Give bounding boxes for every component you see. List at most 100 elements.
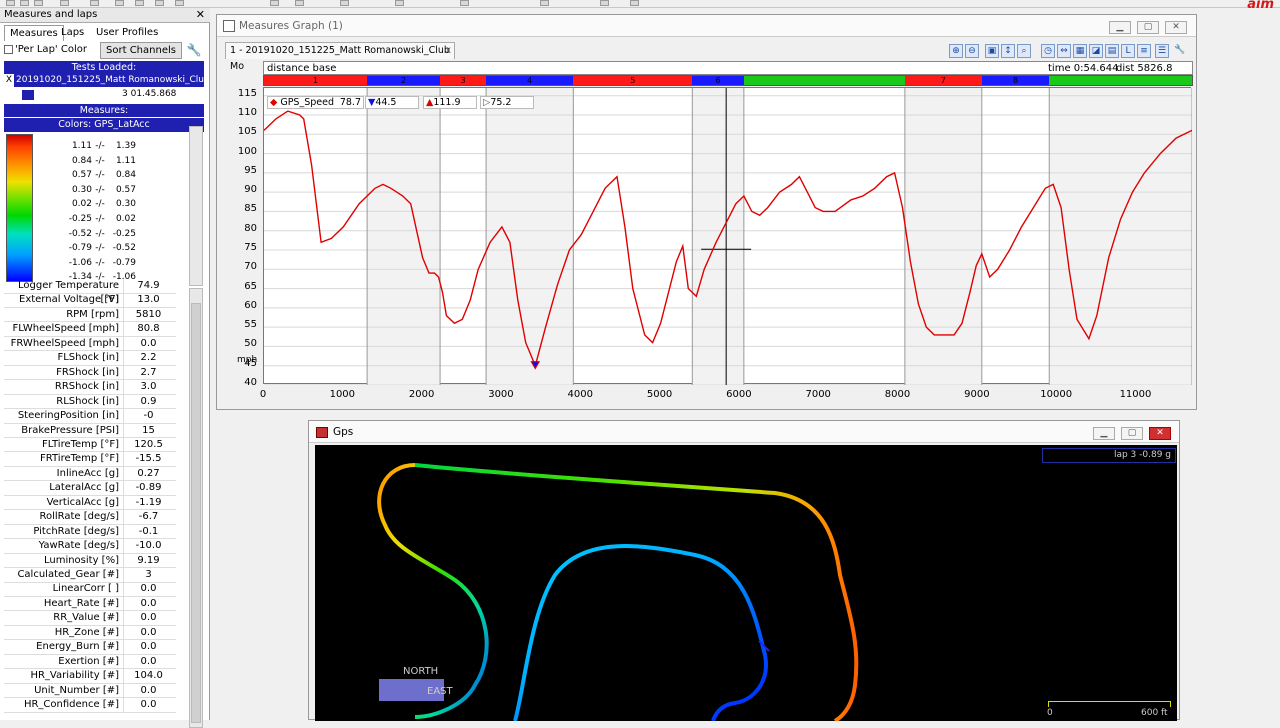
zoom-box-icon[interactable]: ▣ xyxy=(985,44,999,58)
lap-row[interactable]: 3 01.45.868 xyxy=(4,88,204,101)
toolbar-button[interactable] xyxy=(34,0,43,6)
speed-plot[interactable] xyxy=(263,87,1192,385)
channel-row[interactable]: FRShock [in] 2.7 xyxy=(4,365,176,381)
lap-segment[interactable]: 4 xyxy=(486,76,574,85)
channel-list-scrollbar[interactable] xyxy=(189,288,203,728)
sort-channels-button[interactable]: Sort Channels xyxy=(100,42,182,59)
channel-row[interactable]: VerticalAcc [g] -1.19 xyxy=(4,495,176,511)
test-row[interactable]: X20191020_151225_Matt Romanowski_Club Mo xyxy=(4,74,204,87)
lap-segment[interactable]: 5 xyxy=(573,76,693,85)
overlay-icon[interactable]: ◪ xyxy=(1089,44,1103,58)
lap-segment[interactable]: 7 xyxy=(904,76,982,85)
tab-laps[interactable]: Laps xyxy=(56,25,89,41)
channel-row[interactable]: RRShock [in] 3.0 xyxy=(4,380,176,395)
speed-plot-svg[interactable] xyxy=(264,88,1192,385)
track-svg[interactable] xyxy=(315,445,1177,723)
lap-segment[interactable]: 1 xyxy=(264,76,368,85)
channel-row[interactable]: Calculated_Gear [#] 3 xyxy=(4,568,176,583)
toolbar-button[interactable] xyxy=(90,0,99,6)
toolbar-button[interactable] xyxy=(135,0,144,6)
wrench-icon[interactable]: 🔧 xyxy=(186,42,202,58)
channel-row[interactable]: Unit_Number [#] 0.0 xyxy=(4,683,176,699)
channel-row[interactable]: External Voltage [V] 13.0 xyxy=(4,293,176,308)
toolbar-button[interactable] xyxy=(295,0,304,6)
lap-segment[interactable]: 2 xyxy=(367,76,441,85)
zoom-y-icon[interactable]: ↕ xyxy=(1001,44,1015,58)
lap-segment[interactable]: 3 xyxy=(440,76,487,85)
toolbar-button[interactable] xyxy=(460,0,469,6)
channel-row[interactable]: PitchRate [deg/s] -0.1 xyxy=(4,524,176,540)
checkbox-icon[interactable] xyxy=(4,44,13,54)
fit-icon[interactable]: ⇔ xyxy=(1057,44,1071,58)
toolbar-button[interactable] xyxy=(175,0,184,6)
toolbar-button[interactable] xyxy=(395,0,404,6)
channel-row[interactable]: FLWheelSpeed [mph] 80.8 xyxy=(4,322,176,337)
toolbar-button[interactable] xyxy=(540,0,549,6)
channel-row[interactable]: HR_Zone [#] 0.0 xyxy=(4,625,176,641)
toolbar-button[interactable] xyxy=(630,0,639,6)
test-tab[interactable]: 1 - 20191020_151225_Matt Romanowski_Club… xyxy=(225,42,455,72)
lap-segment[interactable]: 8 xyxy=(981,76,1050,85)
toolbar-button[interactable] xyxy=(155,0,164,6)
wrench-icon[interactable]: 🔧 xyxy=(1173,44,1187,58)
zoom-in-icon[interactable]: ⊕ xyxy=(949,44,963,58)
channel-row[interactable]: RR_Value [#] 0.0 xyxy=(4,611,176,626)
split-icon[interactable]: ▤ xyxy=(1105,44,1119,58)
toolbar-button[interactable] xyxy=(6,0,15,6)
channel-row[interactable]: HR_Variability [#] 104.0 xyxy=(4,669,176,684)
zoom-out-icon[interactable]: ⊖ xyxy=(965,44,979,58)
per-lap-color-checkbox[interactable]: 'Per Lap' Color xyxy=(4,43,99,58)
channel-row[interactable]: LinearCorr [ ] 0.0 xyxy=(4,582,176,597)
lap-segment[interactable] xyxy=(1049,76,1192,85)
layout-l-icon[interactable]: L xyxy=(1121,44,1135,58)
layout-list-icon[interactable]: ≡ xyxy=(1137,44,1151,58)
channel-row[interactable]: Luminosity [%] 9.19 xyxy=(4,553,176,569)
toolbar-button[interactable] xyxy=(600,0,609,6)
channel-row[interactable]: Energy_Burn [#] 0.0 xyxy=(4,640,176,655)
toolbar-button[interactable] xyxy=(270,0,279,6)
lap-segment[interactable]: 6 xyxy=(692,76,744,85)
maximize-button[interactable]: ▢ xyxy=(1121,427,1143,440)
remove-test-button[interactable]: X xyxy=(4,74,14,87)
close-button[interactable]: ✕ xyxy=(1149,427,1171,440)
channel-row[interactable]: YawRate [deg/s] -10.0 xyxy=(4,539,176,554)
close-button[interactable]: ✕ xyxy=(1165,21,1187,34)
color-range-low: -0.25 xyxy=(68,214,92,224)
tab-user-profiles[interactable]: User Profiles xyxy=(91,25,163,41)
color-list-scrollbar[interactable] xyxy=(189,126,203,286)
channel-row[interactable]: RLShock [in] 0.9 xyxy=(4,394,176,410)
close-tab-icon[interactable]: x xyxy=(445,43,451,59)
gps-track-map[interactable]: lap 3 -0.89 g NORTH EAST 0 600 ft xyxy=(315,445,1177,723)
channel-row[interactable]: RollRate [deg/s] -6.7 xyxy=(4,510,176,525)
channel-row[interactable]: FLTireTemp [°F] 120.5 xyxy=(4,437,176,453)
channel-row[interactable]: SteeringPosition [in] -0 xyxy=(4,409,176,424)
channel-row[interactable]: Heart_Rate [#] 0.0 xyxy=(4,596,176,612)
distance-base-bar[interactable]: distance base time 0:54.644 dist 5826.8 … xyxy=(263,61,1193,87)
close-icon[interactable]: ✕ xyxy=(196,8,205,21)
channel-row[interactable]: FRTireTemp [°F] -15.5 xyxy=(4,452,176,467)
toolbar-button[interactable] xyxy=(115,0,124,6)
grid-icon[interactable]: ▦ xyxy=(1073,44,1087,58)
search-icon[interactable]: ⌕ xyxy=(1017,44,1031,58)
channel-row[interactable]: FRWheelSpeed [mph] 0.0 xyxy=(4,336,176,352)
channel-row[interactable]: LateralAcc [g] -0.89 xyxy=(4,481,176,496)
lap-segments-bar[interactable]: 123456 78 xyxy=(263,75,1193,86)
channel-row[interactable]: RPM [rpm] 5810 xyxy=(4,307,176,323)
channel-row[interactable]: Exertion [#] 0.0 xyxy=(4,654,176,670)
lap-segment[interactable] xyxy=(743,76,905,85)
list-icon[interactable]: ☰ xyxy=(1155,44,1169,58)
maximize-button[interactable]: ▢ xyxy=(1137,21,1159,34)
minimize-button[interactable]: ▁ xyxy=(1093,427,1115,440)
toolbar-button[interactable] xyxy=(20,0,29,6)
minimize-button[interactable]: ▁ xyxy=(1109,21,1131,34)
channel-row[interactable]: FLShock [in] 2.2 xyxy=(4,351,176,366)
channel-row[interactable]: HR_Confidence [#] 0.0 xyxy=(4,698,176,713)
channel-row[interactable]: BrakePressure [PSI] 15 xyxy=(4,423,176,438)
tab-measures[interactable]: Measures xyxy=(4,25,64,41)
channel-row[interactable]: Logger Temperature [°F] 74.9 xyxy=(4,279,176,307)
channel-row[interactable]: InlineAcc [g] 0.27 xyxy=(4,466,176,482)
scrollbar-thumb[interactable] xyxy=(191,303,201,723)
toolbar-button[interactable] xyxy=(340,0,349,6)
clock-icon[interactable]: ◷ xyxy=(1041,44,1055,58)
toolbar-button[interactable] xyxy=(60,0,69,6)
